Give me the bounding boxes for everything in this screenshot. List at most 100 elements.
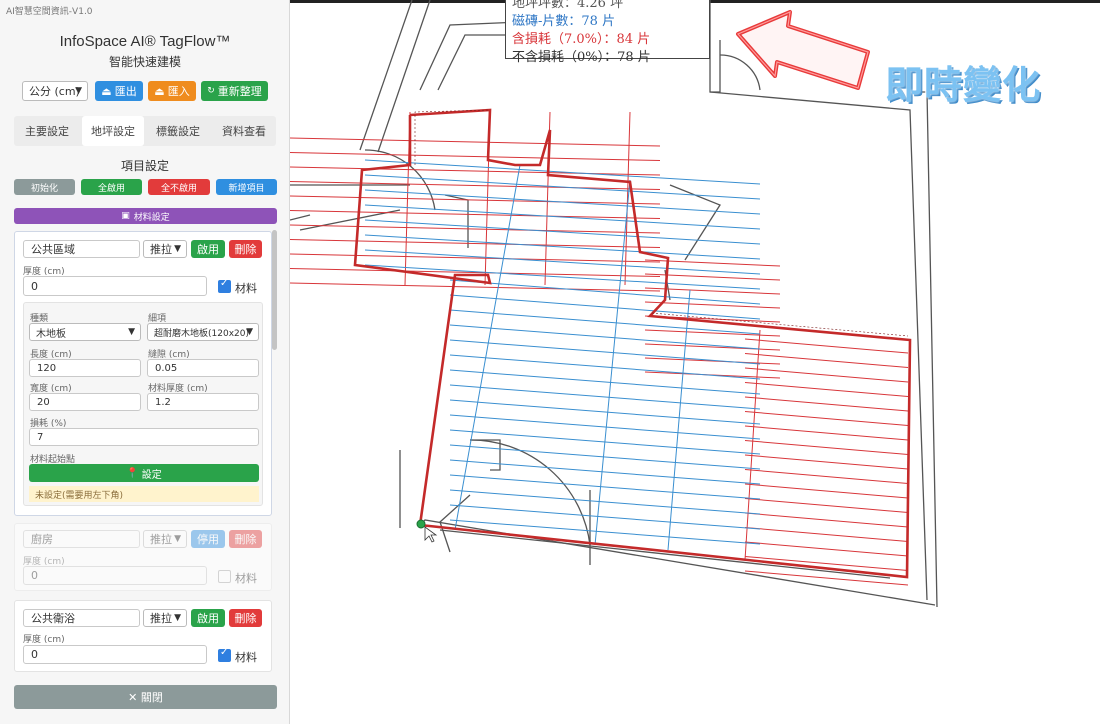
- material-checkbox[interactable]: [218, 647, 231, 662]
- tab-tag-settings[interactable]: 標籤設定: [146, 116, 210, 146]
- blue-tile-row: [449, 414, 761, 440]
- item-mode-select[interactable]: 推拉 ▼: [143, 240, 187, 258]
- item-card-kitchen: 廚房 推拉 ▼ 停用 刪除 厚度 (cm) 0 材料: [14, 523, 272, 591]
- material-checkbox[interactable]: [218, 278, 231, 293]
- material-checkbox-label: 材料: [235, 282, 257, 295]
- set-origin-button[interactable]: 📍 設定: [29, 464, 259, 482]
- refresh-button[interactable]: ↻ 重新整理: [201, 81, 268, 101]
- item-mode-select[interactable]: 推拉 ▼: [143, 609, 187, 627]
- red-tile-row: [644, 301, 781, 309]
- download-icon: ⏏: [154, 84, 165, 98]
- red-tile-row: [289, 152, 661, 161]
- item-mode-value: 推拉: [150, 612, 172, 625]
- width-input[interactable]: 20: [29, 393, 141, 411]
- red-tile-row: [289, 166, 661, 176]
- tab-bar: 主要設定 地坪設定 標籤設定 資料查看: [14, 116, 276, 146]
- export-button[interactable]: ⏏ 匯出: [95, 81, 143, 101]
- realtime-change-banner: 即時變化: [885, 63, 1042, 107]
- blue-tile-row: [364, 174, 761, 200]
- blue-tile-row: [449, 459, 761, 485]
- red-tile-row: [644, 357, 781, 365]
- kind-select[interactable]: 木地板 ▼: [29, 323, 141, 341]
- close-button[interactable]: ✕ 關閉: [14, 685, 277, 709]
- section-title: 項目設定: [120, 159, 169, 173]
- add-item-button[interactable]: 新增項目: [216, 179, 277, 195]
- blue-tile-row: [449, 354, 761, 380]
- red-tile-row: [289, 195, 661, 205]
- version-title: AI智慧空間資訊-V1.0: [6, 7, 93, 17]
- box-icon: ▣: [121, 211, 130, 221]
- item-enable-button[interactable]: 停用: [191, 530, 225, 548]
- origin-status-note: 未設定(需要用左下角): [29, 486, 259, 502]
- material-settings-label: 材料設定: [133, 212, 170, 223]
- brand-name: InfoSpace AI® TagFlow™: [59, 33, 231, 50]
- red-tile-row: [289, 137, 661, 147]
- tab-floor-settings[interactable]: 地坪設定: [82, 116, 144, 146]
- item-mode-value: 推拉: [150, 243, 172, 256]
- red-tile-row: [744, 425, 909, 441]
- material-checkbox-label: 材料: [235, 572, 257, 585]
- red-tile-row: [289, 253, 661, 263]
- pin-icon: 📍: [126, 467, 139, 479]
- chevron-down-icon: ▼: [128, 327, 135, 337]
- red-tile-row: [744, 338, 909, 354]
- kind-value: 木地板: [36, 328, 66, 340]
- item-enable-button[interactable]: 啟用: [191, 609, 225, 627]
- red-tile-grid: [289, 111, 909, 586]
- export-label: 匯出: [114, 85, 137, 98]
- length-input[interactable]: 120: [29, 359, 141, 377]
- red-tile-row: [744, 440, 909, 455]
- thickness-input[interactable]: 0: [23, 276, 207, 296]
- chevron-down-icon: ▼: [174, 244, 181, 254]
- zone-boundary: [353, 108, 912, 579]
- disable-all-button[interactable]: 全不啟用: [148, 179, 210, 195]
- item-name-input[interactable]: 公共衛浴: [23, 609, 140, 627]
- chevron-down-icon: ▼: [174, 534, 181, 544]
- item-enable-button[interactable]: 啟用: [191, 240, 225, 258]
- chevron-down-icon: ▼: [174, 613, 181, 623]
- origin-point-marker[interactable]: [416, 519, 426, 529]
- red-tile-row: [744, 353, 909, 368]
- blue-tile-row: [364, 189, 761, 215]
- settings-sidebar: AI智慧空間資訊-V1.0 InfoSpace AI® TagFlow™ 智能快…: [0, 0, 290, 724]
- enable-all-button[interactable]: 全啟用: [81, 179, 142, 195]
- refresh-label: 重新整理: [217, 85, 262, 98]
- red-tile-row: [744, 483, 909, 499]
- item-name-input[interactable]: 公共區域: [23, 240, 140, 258]
- gap-input[interactable]: 0.05: [147, 359, 259, 377]
- red-tile-row: [744, 454, 909, 470]
- material-settings-button[interactable]: ▣ 材料設定: [14, 208, 277, 224]
- red-tile-row: [644, 259, 781, 267]
- blue-tile-row: [449, 279, 761, 305]
- stats-without-loss-line: 不含損耗（0%）：78 片: [512, 50, 651, 65]
- import-label: 匯入: [167, 85, 190, 98]
- blue-tile-row: [449, 504, 761, 530]
- detail-value: 超耐磨木地板(120x20): [154, 328, 249, 339]
- init-button[interactable]: 初始化: [14, 179, 75, 195]
- chevron-down-icon: ▼: [246, 327, 253, 337]
- red-tile-row: [289, 239, 661, 248]
- sidebar-scrollbar[interactable]: [272, 230, 277, 350]
- item-mode-select[interactable]: 推拉 ▼: [143, 530, 187, 548]
- thickness-input[interactable]: 0: [23, 645, 207, 664]
- stats-area-line: 地坪坪數：4.26 坪: [512, 0, 624, 11]
- tab-main-settings[interactable]: 主要設定: [14, 116, 80, 146]
- item-delete-button[interactable]: 刪除: [229, 240, 262, 258]
- unit-select[interactable]: 公分 (cm) ▼: [22, 81, 88, 101]
- loss-input[interactable]: 7: [29, 428, 259, 446]
- item-name-input[interactable]: 廚房: [23, 530, 140, 548]
- red-tile-row: [744, 396, 909, 412]
- item-delete-button[interactable]: 刪除: [229, 609, 262, 627]
- thickness-input[interactable]: 0: [23, 566, 207, 585]
- import-button[interactable]: ⏏ 匯入: [148, 81, 196, 101]
- material-thickness-input[interactable]: 1.2: [147, 393, 259, 411]
- blue-tile-seam: [667, 289, 691, 551]
- detail-select[interactable]: 超耐磨木地板(120x20) ▼: [147, 323, 259, 341]
- material-checkbox[interactable]: [218, 570, 231, 583]
- item-delete-button[interactable]: 刪除: [229, 530, 262, 548]
- chevron-down-icon: ▼: [75, 86, 82, 96]
- red-tile-row: [744, 382, 909, 397]
- material-checkbox-label: 材料: [235, 651, 257, 664]
- tab-data-view[interactable]: 資料查看: [212, 116, 276, 146]
- material-detail-panel: 種類 細項 木地板 ▼ 超耐磨木地板(120x20) ▼ 長度 (cm) 縫隙 …: [23, 302, 263, 506]
